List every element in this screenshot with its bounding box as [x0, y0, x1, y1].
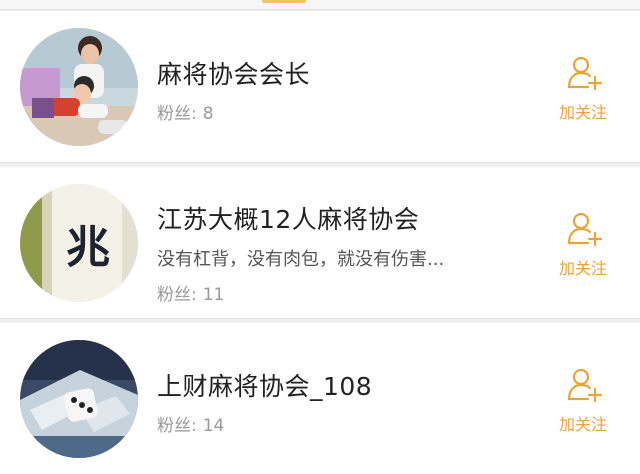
- follow-button[interactable]: 加关注: [548, 55, 618, 135]
- fans-number: 8: [202, 104, 214, 124]
- account-name[interactable]: 上财麻将协会_108: [157, 367, 372, 403]
- avatar[interactable]: [20, 28, 138, 146]
- screen: 麻将协会会长 粉丝: 8 加关注 兆 江苏大概12人麻将协会 没有杠背，没有肉包…: [0, 0, 640, 474]
- fans-label: 粉丝:: [157, 104, 197, 124]
- follow-label: 加关注: [558, 103, 607, 122]
- account-name[interactable]: 麻将协会会长: [157, 55, 310, 91]
- fans-label: 粉丝:: [157, 285, 197, 305]
- add-user-icon: [567, 56, 602, 91]
- avatar[interactable]: [20, 340, 138, 458]
- mahjong-dice-image: [20, 340, 138, 458]
- account-description: 没有杠背，没有肉包，就没有伤害...: [157, 249, 445, 270]
- fans-number: 14: [202, 416, 225, 436]
- fans-number: 11: [202, 285, 225, 305]
- follow-label: 加关注: [558, 415, 607, 434]
- fans-count: 粉丝: 11: [157, 280, 224, 305]
- fans-count: 粉丝: 14: [157, 411, 224, 436]
- mahjong-tile-image: 兆: [20, 184, 138, 302]
- follow-button[interactable]: 加关注: [548, 367, 618, 447]
- follow-label: 加关注: [558, 259, 607, 278]
- list-item[interactable]: 上财麻将协会_108 粉丝: 14 加关注: [0, 323, 640, 474]
- account-name[interactable]: 江苏大概12人麻将协会: [157, 200, 419, 236]
- account-list: 麻将协会会长 粉丝: 8 加关注 兆 江苏大概12人麻将协会 没有杠背，没有肉包…: [0, 11, 640, 474]
- list-item[interactable]: 兆 江苏大概12人麻将协会 没有杠背，没有肉包，就没有伤害... 粉丝: 11 加…: [0, 167, 640, 319]
- avatar-photo: [20, 28, 138, 146]
- fans-count: 粉丝: 8: [157, 99, 214, 124]
- follow-button[interactable]: 加关注: [548, 211, 618, 291]
- avatar[interactable]: 兆: [20, 184, 138, 302]
- add-user-icon: [567, 368, 602, 403]
- tile-glyph: 兆: [66, 222, 110, 273]
- add-user-icon: [567, 212, 602, 247]
- list-item[interactable]: 麻将协会会长 粉丝: 8 加关注: [0, 11, 640, 163]
- fans-label: 粉丝:: [157, 416, 197, 436]
- top-strip: [0, 0, 640, 10]
- top-accent: [262, 0, 306, 3]
